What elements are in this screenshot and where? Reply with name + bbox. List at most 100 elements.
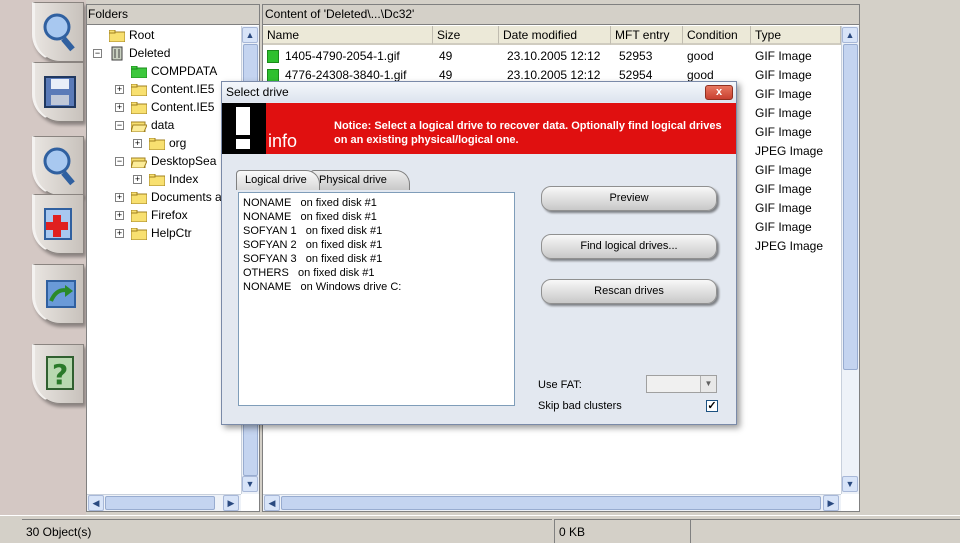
column-header-condition[interactable]: Condition xyxy=(683,26,751,45)
find-button[interactable] xyxy=(32,136,84,196)
file-size-cell: 49 xyxy=(439,49,453,63)
drive-list-item[interactable]: SOFYAN 1 on fixed disk #1 xyxy=(243,224,514,238)
column-header-type[interactable]: Type xyxy=(751,26,841,45)
folders-header: Folders xyxy=(87,5,259,25)
banner-notice: Notice: Select a logical drive to recove… xyxy=(334,120,722,146)
file-type-cell: GIF Image xyxy=(755,163,812,177)
scroll-down-icon[interactable]: ▼ xyxy=(842,476,858,492)
file-type-cell: JPEG Image xyxy=(755,144,824,158)
type-column-values: GIF Image GIF Image GIF Image JPEG Image GIF… xyxy=(751,85,841,285)
column-header-name[interactable]: Name xyxy=(263,26,433,45)
folder-tree: Root − Deleted COMPDATA + Content.IE5 + Content… xyxy=(87,26,241,494)
file-type-cell: GIF Image xyxy=(755,201,812,215)
expand-icon[interactable]: + xyxy=(115,103,124,112)
folder-label: data xyxy=(151,118,175,132)
expand-icon[interactable]: + xyxy=(115,211,124,220)
column-header-size[interactable]: Size xyxy=(433,26,499,45)
use-fat-select[interactable]: ▼ xyxy=(646,375,717,393)
svg-text:?: ? xyxy=(52,358,68,391)
file-type-cell: GIF Image xyxy=(755,68,812,82)
scroll-thumb[interactable] xyxy=(281,496,821,510)
folder-icon xyxy=(148,173,166,187)
folders-horizontal-scrollbar[interactable]: ◀ ▶ xyxy=(87,494,241,511)
folder-label: Content.IE5 xyxy=(151,82,215,96)
add-button[interactable] xyxy=(32,194,84,254)
save-icon xyxy=(44,76,76,108)
scroll-up-icon[interactable]: ▲ xyxy=(842,27,858,43)
folder-label: Deleted xyxy=(129,46,171,60)
folder-icon xyxy=(130,191,148,205)
folder-icon xyxy=(130,209,148,223)
folder-label: Index xyxy=(169,172,199,186)
chevron-down-icon[interactable]: ▼ xyxy=(700,376,716,392)
help-icon: ? xyxy=(46,356,74,391)
expand-icon[interactable]: + xyxy=(133,175,142,184)
folder-label: COMPDATA xyxy=(151,64,218,78)
content-vertical-scrollbar[interactable]: ▲ ▼ xyxy=(841,26,859,494)
folder-label: Content.IE5 xyxy=(151,100,215,114)
file-type-cell: GIF Image xyxy=(755,220,812,234)
expand-icon[interactable]: + xyxy=(115,229,124,238)
file-name-cell[interactable]: 1405-4790-2054-1.gif xyxy=(285,47,400,66)
open-folder-icon xyxy=(130,155,148,169)
use-fat-label: Use FAT: xyxy=(538,379,582,391)
scroll-right-icon[interactable]: ▶ xyxy=(823,495,839,511)
scroll-left-icon[interactable]: ◀ xyxy=(88,495,104,511)
column-header-date[interactable]: Date modified xyxy=(499,26,611,45)
file-type-cell: GIF Image xyxy=(755,106,812,120)
file-type-cell: JPEG Image xyxy=(755,239,824,253)
close-icon[interactable]: x xyxy=(705,85,733,100)
file-type-cell: GIF Image xyxy=(755,125,812,139)
expand-icon[interactable]: + xyxy=(115,85,124,94)
file-condition-cell: good xyxy=(687,49,714,63)
file-date-cell: 23.10.2005 12:12 xyxy=(507,49,601,63)
scroll-up-icon[interactable]: ▲ xyxy=(242,27,258,43)
scroll-thumb[interactable] xyxy=(843,44,858,370)
save-button[interactable] xyxy=(32,62,84,122)
preview-button[interactable]: Preview xyxy=(541,186,717,211)
collapse-icon[interactable]: − xyxy=(115,157,124,166)
expand-icon[interactable]: + xyxy=(115,193,124,202)
collapse-icon[interactable]: − xyxy=(93,49,102,58)
folder-icon xyxy=(130,227,148,241)
scroll-left-icon[interactable]: ◀ xyxy=(264,495,280,511)
add-icon xyxy=(44,208,72,240)
search-icon xyxy=(43,147,75,186)
drive-list-item[interactable]: NONAME on fixed disk #1 xyxy=(243,196,514,210)
search-button[interactable] xyxy=(32,2,84,62)
drive-list-item[interactable]: NONAME on fixed disk #1 xyxy=(243,210,514,224)
scroll-thumb[interactable] xyxy=(105,496,215,510)
column-header-mft[interactable]: MFT entry xyxy=(611,26,683,45)
tab-logical-drive[interactable]: Logical drive xyxy=(236,170,320,190)
help-button[interactable]: ? xyxy=(32,344,84,404)
scroll-right-icon[interactable]: ▶ xyxy=(223,495,239,511)
recycle-bin-icon xyxy=(109,45,125,61)
skip-bad-clusters-checkbox[interactable]: ✓ xyxy=(706,400,718,412)
scroll-down-icon[interactable]: ▼ xyxy=(242,476,258,492)
open-folder-icon xyxy=(130,119,148,133)
find-logical-drives-button[interactable]: Find logical drives... xyxy=(541,234,717,259)
status-bar: 30 Object(s) 0 KB xyxy=(0,515,960,543)
rescan-drives-button[interactable]: Rescan drives xyxy=(541,279,717,304)
folder-icon xyxy=(130,101,148,115)
collapse-icon[interactable]: − xyxy=(115,121,124,130)
tab-physical-drive[interactable]: Physical drive xyxy=(310,170,410,190)
refresh-icon xyxy=(46,280,76,308)
folder-label: Documents a xyxy=(151,190,222,204)
status-extra xyxy=(690,519,960,543)
search-icon xyxy=(43,13,75,52)
drive-list-item[interactable]: SOFYAN 2 on fixed disk #1 xyxy=(243,238,514,252)
folder-label: DesktopSea xyxy=(151,154,217,168)
skip-bad-clusters-label: Skip bad clusters xyxy=(538,400,622,412)
content-horizontal-scrollbar[interactable]: ◀ ▶ xyxy=(263,494,841,511)
status-object-count: 30 Object(s) xyxy=(22,519,552,543)
expand-icon[interactable]: + xyxy=(133,139,142,148)
refresh-button[interactable] xyxy=(32,264,84,324)
select-drive-dialog: Select drive x info Notice: Select a log… xyxy=(221,81,737,425)
drive-list[interactable]: NONAME on fixed disk #1 NONAME on fixed d… xyxy=(238,192,515,406)
drive-list-item[interactable]: OTHERS on fixed disk #1 xyxy=(243,266,514,280)
drive-list-item[interactable]: NONAME on Windows drive C: xyxy=(243,280,514,294)
dialog-title: Select drive xyxy=(222,82,736,102)
folder-label: HelpCtr xyxy=(151,226,192,240)
drive-list-item[interactable]: SOFYAN 3 on fixed disk #1 xyxy=(243,252,514,266)
